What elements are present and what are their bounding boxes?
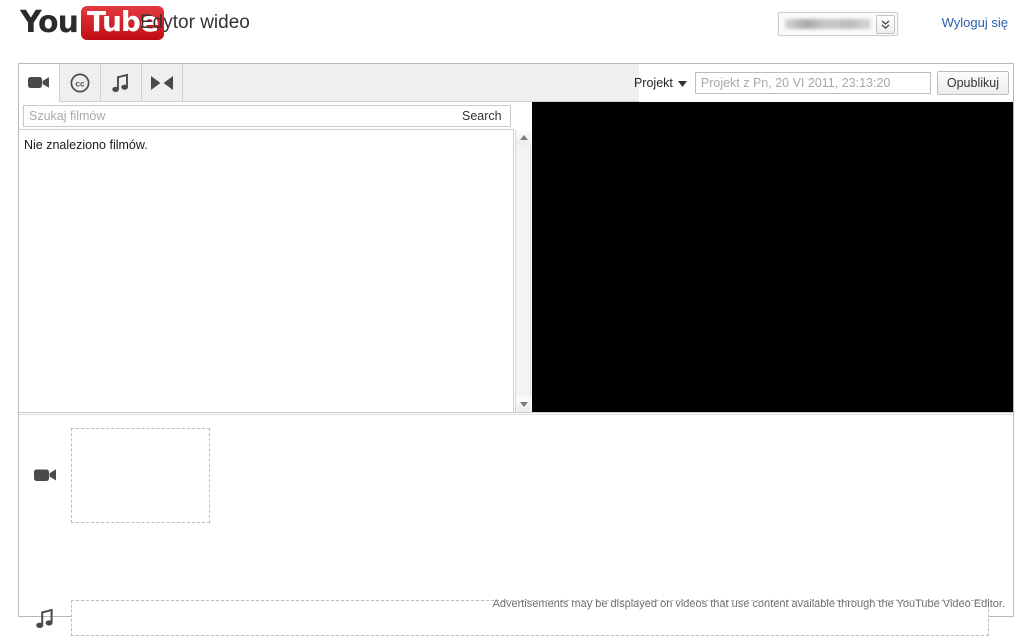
search-input[interactable]: [23, 104, 455, 127]
logo-you-text: You: [20, 5, 79, 40]
top-region: cc Projekt Projekt z Pn, 20 VI 2011, 23:…: [19, 64, 1013, 474]
video-track-row: [19, 425, 1013, 525]
video-editor-container: cc Projekt Projekt z Pn, 20 VI 2011, 23:…: [18, 63, 1014, 636]
tab-transitions[interactable]: [142, 64, 183, 101]
tab-cc[interactable]: cc: [60, 64, 101, 101]
masthead: You Tube Edytor wideo Wyloguj się: [0, 0, 1024, 52]
music-note-icon: [112, 73, 130, 93]
media-tabstrip: cc: [19, 64, 639, 102]
project-menu-button[interactable]: Projekt: [628, 72, 693, 94]
project-bar: Projekt Opublikuj: [628, 64, 1013, 102]
project-menu-label: Projekt: [633, 76, 673, 90]
page-title: Edytor wideo: [140, 12, 250, 33]
media-search-bar: Search: [19, 102, 514, 130]
video-stage[interactable]: [532, 102, 1013, 429]
search-empty-message: Nie znaleziono filmów.: [24, 138, 148, 152]
account-name-redacted: [785, 19, 871, 29]
video-dropzone[interactable]: [71, 427, 210, 523]
creative-commons-icon: cc: [70, 73, 90, 93]
project-name-input[interactable]: [694, 72, 931, 94]
caret-down-icon[interactable]: [516, 397, 531, 412]
search-button[interactable]: Search: [454, 104, 511, 127]
caret-up-icon[interactable]: [516, 130, 531, 145]
video-camera-icon: [28, 75, 50, 90]
signout-link[interactable]: Wyloguj się: [942, 15, 1008, 30]
tab-video[interactable]: [19, 64, 60, 102]
search-results-scrollbar[interactable]: [515, 130, 531, 412]
transition-bowtie-icon: [151, 75, 173, 90]
video-preview-player: 0:00 / 0:00: [532, 102, 1013, 474]
timeline-footnote: Advertisements may be displayed on video…: [492, 598, 1005, 610]
caret-down-icon: [677, 76, 687, 90]
video-camera-icon: [19, 467, 71, 483]
music-note-icon: [19, 608, 71, 629]
timeline-region: Advertisements may be displayed on video…: [19, 415, 1013, 636]
tab-audio[interactable]: [101, 64, 142, 101]
search-results-pane: Nie znaleziono filmów.: [19, 130, 514, 412]
account-dropdown[interactable]: [778, 12, 898, 36]
publish-button[interactable]: Opublikuj: [936, 71, 1009, 95]
chevron-down-double-icon[interactable]: [876, 15, 895, 34]
svg-text:cc: cc: [75, 78, 85, 88]
